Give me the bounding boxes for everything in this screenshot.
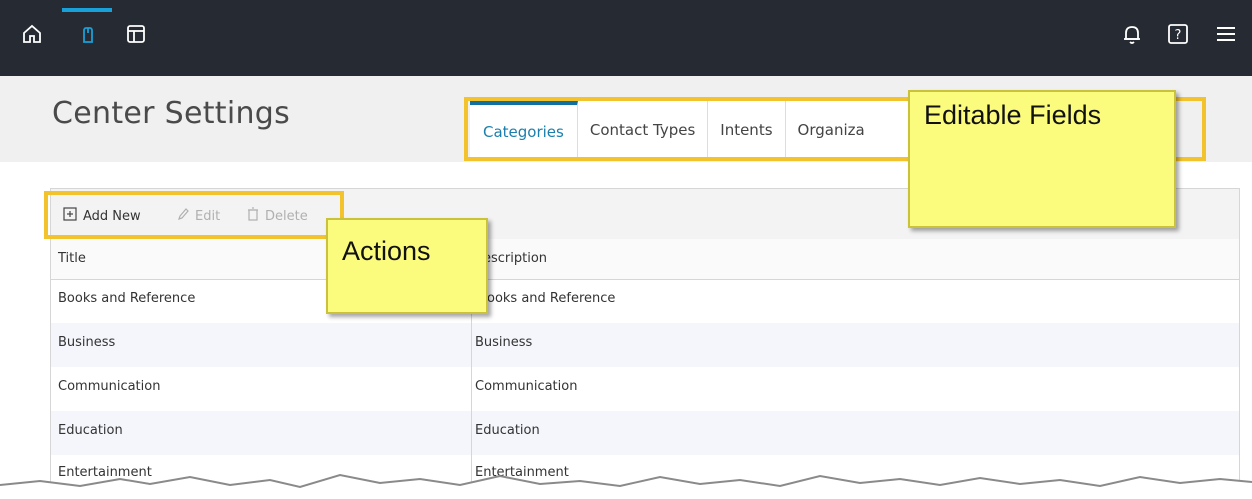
table-header: Title escription bbox=[51, 239, 1239, 280]
row-description: Education bbox=[475, 423, 540, 438]
column-description-header[interactable]: escription bbox=[483, 251, 547, 266]
hand-icon[interactable] bbox=[76, 22, 100, 46]
actions-highlight bbox=[44, 191, 344, 239]
page-title: Center Settings bbox=[52, 96, 291, 131]
table-row[interactable]: Books and Reference ooks and Reference bbox=[51, 279, 1239, 323]
bell-icon[interactable] bbox=[1120, 22, 1144, 46]
menu-icon[interactable] bbox=[1214, 22, 1238, 46]
row-description: ooks and Reference bbox=[487, 291, 616, 306]
layout-icon[interactable] bbox=[124, 22, 148, 46]
active-nav-indicator bbox=[62, 8, 112, 12]
table-row[interactable]: Communication Communication bbox=[51, 367, 1239, 411]
help-label: ? bbox=[1175, 28, 1182, 43]
row-description: Business bbox=[475, 335, 533, 350]
table-row[interactable]: Education Education bbox=[51, 411, 1239, 455]
row-title: Education bbox=[58, 423, 123, 438]
row-title: Communication bbox=[58, 379, 161, 394]
editable-fields-note: Editable Fields bbox=[908, 90, 1176, 228]
actions-note: Actions bbox=[326, 218, 488, 314]
row-title: Business bbox=[58, 335, 116, 350]
home-icon[interactable] bbox=[20, 22, 44, 46]
row-title: Books and Reference bbox=[58, 291, 196, 306]
top-navigation-bar: ? bbox=[0, 0, 1252, 76]
row-description: Communication bbox=[475, 379, 578, 394]
table-row[interactable]: Business Business bbox=[51, 323, 1239, 367]
column-title-header[interactable]: Title bbox=[58, 251, 86, 266]
help-icon[interactable]: ? bbox=[1166, 22, 1190, 46]
torn-edge bbox=[0, 473, 1252, 499]
